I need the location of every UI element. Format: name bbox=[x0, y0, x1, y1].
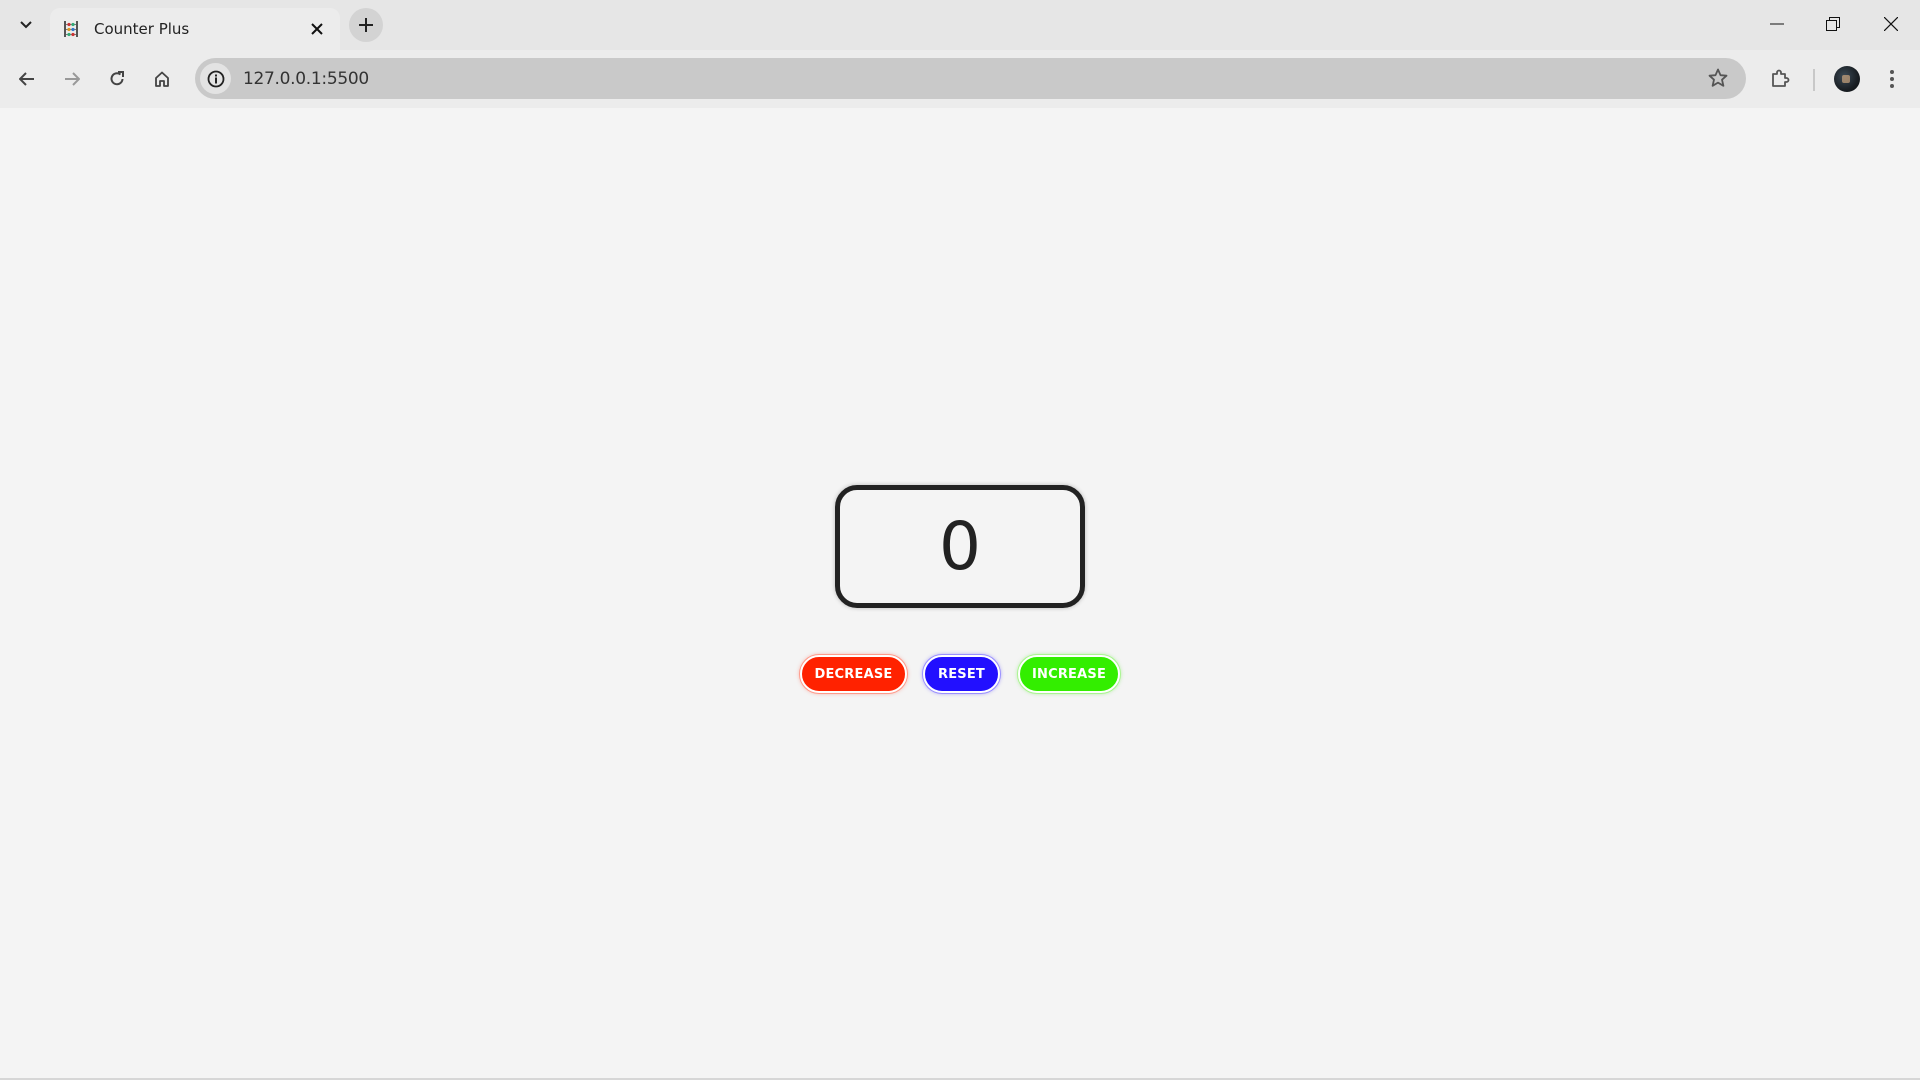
decrease-button[interactable]: DECREASE bbox=[800, 655, 907, 693]
counter-value: 0 bbox=[939, 507, 981, 585]
reload-button[interactable] bbox=[99, 61, 135, 97]
reset-button[interactable]: RESET bbox=[923, 655, 1000, 693]
url-text[interactable]: 127.0.0.1:5500 bbox=[243, 69, 369, 89]
browser-menu-button[interactable] bbox=[1877, 64, 1907, 94]
tab-close-icon[interactable] bbox=[306, 18, 328, 40]
tab-title: Counter Plus bbox=[94, 20, 190, 38]
forward-arrow-icon bbox=[65, 72, 80, 86]
close-icon bbox=[1884, 17, 1898, 31]
minimize-icon bbox=[1770, 23, 1784, 25]
browser-toolbar: 127.0.0.1:5500 bbox=[0, 50, 1920, 108]
close-window-button[interactable] bbox=[1863, 0, 1919, 48]
tab-strip: Counter Plus bbox=[0, 0, 1920, 50]
bookmark-star-button[interactable] bbox=[1706, 66, 1730, 90]
abacus-icon bbox=[62, 20, 80, 38]
info-icon bbox=[207, 70, 224, 87]
page-content: 0 DECREASE RESET INCREASE bbox=[0, 109, 1920, 1078]
counter-display: 0 bbox=[835, 485, 1085, 608]
restore-button[interactable] bbox=[1805, 0, 1861, 48]
back-arrow-icon bbox=[19, 72, 34, 86]
home-icon bbox=[155, 71, 169, 87]
menu-icon bbox=[1890, 70, 1894, 88]
reload-icon bbox=[110, 71, 124, 86]
tab-search-button[interactable] bbox=[8, 8, 44, 42]
site-info-button[interactable] bbox=[200, 63, 231, 94]
plus-icon bbox=[359, 18, 373, 32]
extensions-button[interactable] bbox=[1765, 64, 1795, 94]
home-button[interactable] bbox=[144, 61, 180, 97]
minimize-button[interactable] bbox=[1749, 0, 1805, 48]
address-bar[interactable]: 127.0.0.1:5500 bbox=[195, 58, 1746, 99]
new-tab-button[interactable] bbox=[349, 8, 383, 42]
forward-button[interactable] bbox=[54, 61, 90, 97]
star-icon bbox=[1708, 68, 1728, 87]
restore-icon bbox=[1826, 17, 1840, 31]
tab-counter-plus[interactable]: Counter Plus bbox=[50, 8, 340, 50]
extensions-icon bbox=[1772, 69, 1790, 87]
increase-button[interactable]: INCREASE bbox=[1018, 655, 1120, 693]
browser-chrome: Counter Plus 127.0.0.1:5500 bbox=[0, 0, 1920, 108]
profile-avatar[interactable] bbox=[1834, 66, 1860, 92]
back-button[interactable] bbox=[9, 61, 45, 97]
toolbar-divider bbox=[1813, 69, 1815, 91]
chevron-down-icon bbox=[20, 21, 32, 29]
